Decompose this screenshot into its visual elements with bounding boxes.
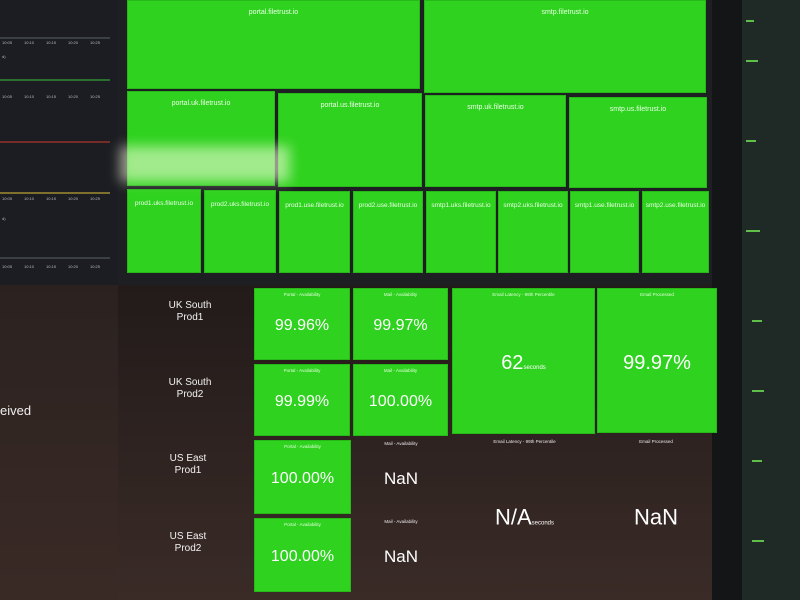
tick-label: 10:20 (68, 40, 79, 45)
stat-uk-email-latency[interactable]: Email Latency - 99th Percentile 62second… (452, 288, 595, 434)
tick-label: 10:10 (24, 40, 35, 45)
left-charts: 10:05 10:10 10:15 10:20 10:25 d) 10:05 1… (0, 37, 110, 269)
stat-value: 62 (501, 351, 524, 374)
status-tick (752, 390, 764, 392)
stat-unit: seconds (523, 364, 546, 371)
tick-label: 10:15 (46, 40, 57, 45)
stat-use1-mail-availability[interactable]: Mail - Availability NaN (353, 438, 449, 516)
screen-glare (120, 146, 290, 182)
stat-value: NaN (383, 547, 418, 566)
tick-label: 10:25 (90, 196, 101, 201)
tick-label: 10:15 (46, 196, 57, 201)
row-label-uk-south-prod2: UK South Prod2 (168, 377, 212, 400)
stat-value: 99.96% (274, 316, 330, 334)
tile-prod1-use[interactable]: prod1.use.filetrust.io (279, 191, 350, 273)
tick-label: 10:10 (24, 264, 35, 269)
tick-label: 10:05 (2, 40, 13, 45)
stat-value: 99.99% (274, 392, 330, 410)
status-tick (746, 140, 756, 142)
stat-uks1-mail-availability[interactable]: Mail - Availability 99.97% (353, 288, 448, 360)
stat-use2-mail-availability[interactable]: Mail - Availability NaN (353, 516, 449, 594)
tile-prod1-uks[interactable]: prod1.uks.filetrust.io (127, 189, 201, 273)
stat-use1-portal-availability[interactable]: Portal - Availability 100.00% (254, 440, 351, 514)
stat-value: N/A (494, 504, 532, 530)
tick-label: 10:15 (46, 94, 57, 99)
tick-label: 10:10 (24, 94, 35, 99)
tile-smtp-us[interactable]: smtp.us.filetrust.io (569, 97, 707, 188)
tile-prod2-uks[interactable]: prod2.uks.filetrust.io (204, 190, 276, 273)
tick-label: 10:25 (90, 40, 101, 45)
tile-smtp-uk[interactable]: smtp.uk.filetrust.io (425, 95, 566, 187)
tick-label: 10:15 (46, 264, 57, 269)
cut-off-label: eived (0, 403, 32, 418)
status-tick (746, 230, 760, 232)
tile-smtp1-use[interactable]: smtp1.use.filetrust.io (570, 191, 639, 273)
status-tick (746, 60, 758, 62)
stat-value: 100.00% (368, 392, 433, 410)
tile-portal-filetrust[interactable]: portal.filetrust.io (127, 0, 420, 89)
row-label-us-east-prod1: US East Prod1 (169, 453, 207, 476)
stat-value: NaN (383, 469, 418, 488)
tile-smtp2-uks[interactable]: smtp2.uks.filetrust.io (498, 191, 568, 273)
tile-smtp2-use[interactable]: smtp2.use.filetrust.io (642, 191, 709, 273)
stat-unit: seconds (531, 520, 555, 527)
stat-use2-portal-availability[interactable]: Portal - Availability 100.00% (254, 518, 351, 592)
stat-value: 100.00% (270, 547, 335, 565)
left-dashboard-panel: 10:05 10:10 10:15 10:20 10:25 d) 10:05 1… (0, 0, 118, 285)
tile-smtp-filetrust[interactable]: smtp.filetrust.io (424, 0, 706, 93)
tick-label: 10:20 (68, 94, 79, 99)
stat-value: 99.97% (623, 351, 691, 374)
status-tick (752, 320, 762, 322)
tick-label: 10:25 (90, 94, 101, 99)
status-tick (746, 20, 754, 22)
status-tick (752, 540, 764, 542)
legend-fragment: d) (2, 54, 6, 59)
tick-label: 10:05 (2, 264, 13, 269)
stat-uk-email-processed[interactable]: Email Processed 99.97% (597, 288, 717, 433)
tick-label: 10:20 (68, 264, 79, 269)
right-dashboard-panel (742, 0, 800, 600)
stat-value: NaN (633, 504, 678, 530)
legend-fragment: d) (2, 216, 6, 221)
tile-prod2-use[interactable]: prod2.use.filetrust.io (353, 191, 423, 273)
status-tick (752, 460, 762, 462)
row-label-us-east-prod2: US East Prod2 (169, 531, 207, 554)
stat-us-email-processed[interactable]: Email Processed NaN (600, 436, 712, 594)
stat-us-email-latency[interactable]: Email Latency - 99th Percentile N/Asecon… (452, 436, 597, 594)
tick-label: 10:05 (2, 94, 13, 99)
tick-label: 10:05 (2, 196, 13, 201)
tick-label: 10:20 (68, 196, 79, 201)
stat-uks2-mail-availability[interactable]: Mail - Availability 100.00% (353, 364, 448, 436)
tile-smtp1-uks[interactable]: smtp1.uks.filetrust.io (426, 191, 496, 273)
stat-value: 100.00% (270, 469, 335, 487)
stat-value: 99.97% (373, 316, 428, 334)
tick-label: 10:10 (24, 196, 35, 201)
stat-uks2-portal-availability[interactable]: Portal - Availability 99.99% (254, 364, 350, 436)
tile-portal-us[interactable]: portal.us.filetrust.io (278, 93, 422, 187)
row-label-uk-south-prod1: UK South Prod1 (168, 300, 212, 323)
left-lower-panel: eived (0, 285, 118, 600)
stat-uks1-portal-availability[interactable]: Portal - Availability 99.96% (254, 288, 350, 360)
tick-label: 10:25 (90, 264, 101, 269)
